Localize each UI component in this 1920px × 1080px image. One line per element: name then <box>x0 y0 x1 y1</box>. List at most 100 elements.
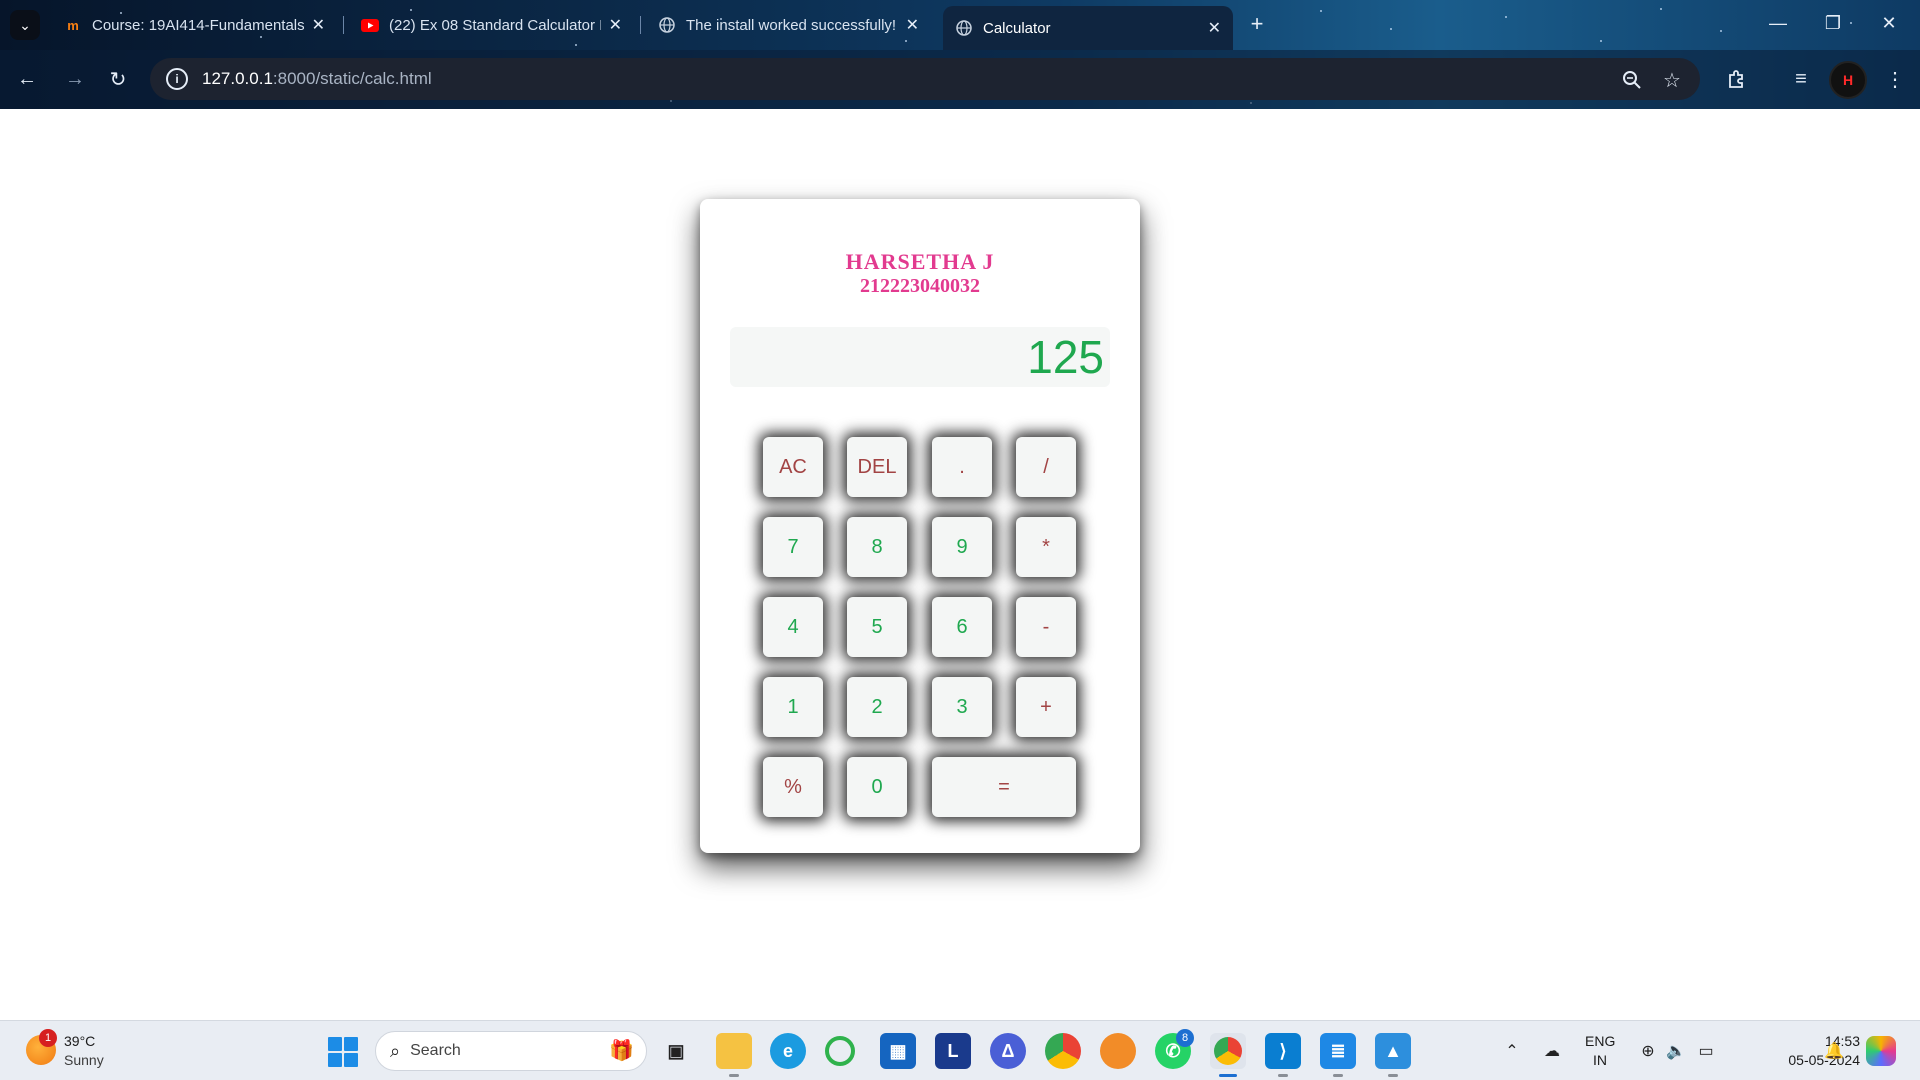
search-icon: ⌕ <box>390 1040 401 1061</box>
site-info-icon[interactable]: i <box>166 68 188 90</box>
tab-strip: ⌄ m Course: 19AI414-Fundamentals ✕ (22) … <box>0 0 1920 50</box>
chrome-icon[interactable] <box>1045 1033 1081 1069</box>
chevron-down-icon: ⌄ <box>19 16 31 33</box>
weather-temp[interactable]: 39°C <box>64 1033 95 1049</box>
tab-install[interactable]: The install worked successfully! ✕ <box>646 8 931 42</box>
whatsapp-badge: 8 <box>1176 1029 1194 1047</box>
profile-avatar[interactable]: H <box>1829 61 1867 99</box>
chevron-up-icon[interactable]: ⌃ <box>1500 1039 1524 1063</box>
key-6-button[interactable]: 6 <box>932 597 992 657</box>
forward-button[interactable]: → <box>60 64 90 94</box>
tab-calculator[interactable]: Calculator ✕ <box>943 6 1233 50</box>
close-icon[interactable]: ✕ <box>312 15 325 35</box>
copilot-icon[interactable] <box>1866 1036 1896 1066</box>
calculator-author-name: HARSETHA J <box>845 249 995 274</box>
url-host: 127.0.0.1 <box>202 69 273 88</box>
file-explorer-icon[interactable] <box>716 1033 752 1069</box>
start-button[interactable] <box>328 1037 358 1067</box>
minimize-button[interactable]: — <box>1755 8 1801 38</box>
url-path: :8000/static/calc.html <box>272 69 432 88</box>
refresh-app-icon[interactable] <box>825 1036 855 1066</box>
store-icon[interactable]: ▦ <box>880 1033 916 1069</box>
globe-icon <box>955 19 973 37</box>
notepad-icon[interactable]: ≣ <box>1320 1033 1356 1069</box>
minimize-icon: — <box>1769 12 1787 33</box>
key-del-button[interactable]: DEL <box>847 437 907 497</box>
new-tab-button[interactable]: + <box>1243 10 1271 38</box>
browser-toolbar: ← → ↻ i 127.0.0.1 :8000/static/calc.html… <box>0 50 1920 109</box>
calculator-author-id: 212223040032 <box>860 275 980 297</box>
photos-icon[interactable]: ▲ <box>1375 1033 1411 1069</box>
key-1-button[interactable]: 1 <box>763 677 823 737</box>
youtube-icon <box>361 16 379 34</box>
key-5-button[interactable]: 5 <box>847 597 907 657</box>
vscode-icon[interactable]: ⟩ <box>1265 1033 1301 1069</box>
key-8-button[interactable]: 8 <box>847 517 907 577</box>
volume-icon[interactable]: 🔈 <box>1664 1039 1688 1063</box>
plus-icon: + <box>1250 11 1264 36</box>
page-content: HARSETHA J 212223040032 12 5 AC DEL . / 7… <box>0 109 1920 1020</box>
key-4-button[interactable]: 4 <box>763 597 823 657</box>
key-multiply-button[interactable]: * <box>1016 517 1076 577</box>
key-add-button[interactable]: + <box>1016 677 1076 737</box>
key-2-button[interactable]: 2 <box>847 677 907 737</box>
close-window-button[interactable]: ✕ <box>1866 8 1912 38</box>
browser-chrome: ⌄ m Course: 19AI414-Fundamentals ✕ (22) … <box>0 0 1920 109</box>
language-indicator[interactable]: ENG <box>1585 1033 1615 1049</box>
search-highlight-icon: 🎁 <box>609 1040 634 1062</box>
taskbar-search[interactable]: ⌕ Search 🎁 <box>375 1031 647 1071</box>
arrow-left-icon: ← <box>17 67 37 90</box>
key-dot-button[interactable]: . <box>932 437 992 497</box>
restore-icon: ❐ <box>1824 12 1842 33</box>
taskbar: 1 39°C Sunny ⌕ Search 🎁 ▣ e ▦ L Δ ✆ 8 ⟩ … <box>0 1020 1920 1080</box>
close-icon[interactable]: ✕ <box>609 15 622 35</box>
key-3-button[interactable]: 3 <box>932 677 992 737</box>
tab-search-button[interactable]: ⌄ <box>10 10 40 40</box>
profile-initials: H <box>1842 72 1854 88</box>
onedrive-icon[interactable]: ☁ <box>1540 1039 1564 1063</box>
reload-icon: ↻ <box>109 68 127 91</box>
battery-icon[interactable]: ▭ <box>1694 1039 1718 1063</box>
key-ac-button[interactable]: AC <box>763 437 823 497</box>
globe-icon <box>658 16 676 34</box>
key-equals-button[interactable]: = <box>932 757 1076 817</box>
weather-badge: 1 <box>39 1029 57 1047</box>
address-bar[interactable]: i 127.0.0.1 :8000/static/calc.html ☆ <box>150 58 1700 100</box>
calculator-card: HARSETHA J 212223040032 12 5 AC DEL . / 7… <box>700 199 1140 853</box>
close-icon[interactable]: ✕ <box>1208 18 1221 38</box>
extensions-icon[interactable] <box>1721 64 1751 94</box>
l-app-icon[interactable]: L <box>935 1033 971 1069</box>
key-divide-button[interactable]: / <box>1016 437 1076 497</box>
tab-course[interactable]: m Course: 19AI414-Fundamentals ✕ <box>52 8 337 42</box>
firefox-icon[interactable] <box>1100 1033 1136 1069</box>
tab-title: Calculator <box>983 19 1051 37</box>
key-9-button[interactable]: 9 <box>932 517 992 577</box>
restore-button[interactable]: ❐ <box>1810 8 1856 38</box>
key-subtract-button[interactable]: - <box>1016 597 1076 657</box>
arrow-right-icon: → <box>65 67 85 90</box>
zoom-icon[interactable] <box>1620 68 1644 92</box>
media-controls-icon[interactable]: ≡ <box>1786 64 1816 94</box>
clock-time[interactable]: 14:53 <box>1780 1033 1860 1049</box>
edge-icon[interactable]: e <box>770 1033 806 1069</box>
delta-app-icon[interactable]: Δ <box>990 1033 1026 1069</box>
back-button[interactable]: ← <box>12 64 42 94</box>
close-icon: ✕ <box>1881 12 1897 33</box>
search-label: Search <box>410 1042 461 1059</box>
region-indicator[interactable]: IN <box>1593 1052 1607 1068</box>
key-0-button[interactable]: 0 <box>847 757 907 817</box>
chrome-active-icon[interactable] <box>1210 1033 1246 1069</box>
key-7-button[interactable]: 7 <box>763 517 823 577</box>
notification-bell-icon[interactable]: 🔔 <box>1822 1039 1846 1063</box>
bookmark-star-icon[interactable]: ☆ <box>1660 68 1684 92</box>
network-icon[interactable]: ⊕ <box>1636 1039 1660 1063</box>
tab-title: The install worked successfully! <box>686 16 897 34</box>
reload-button[interactable]: ↻ <box>103 64 133 94</box>
moodle-icon: m <box>67 17 79 33</box>
menu-icon[interactable]: ⋮ <box>1880 64 1910 94</box>
tab-youtube[interactable]: (22) Ex 08 Standard Calculator I ✕ <box>349 8 634 42</box>
close-icon[interactable]: ✕ <box>906 15 919 35</box>
weather-condition[interactable]: Sunny <box>64 1052 104 1068</box>
key-percent-button[interactable]: % <box>763 757 823 817</box>
task-view-icon[interactable]: ▣ <box>658 1033 694 1069</box>
